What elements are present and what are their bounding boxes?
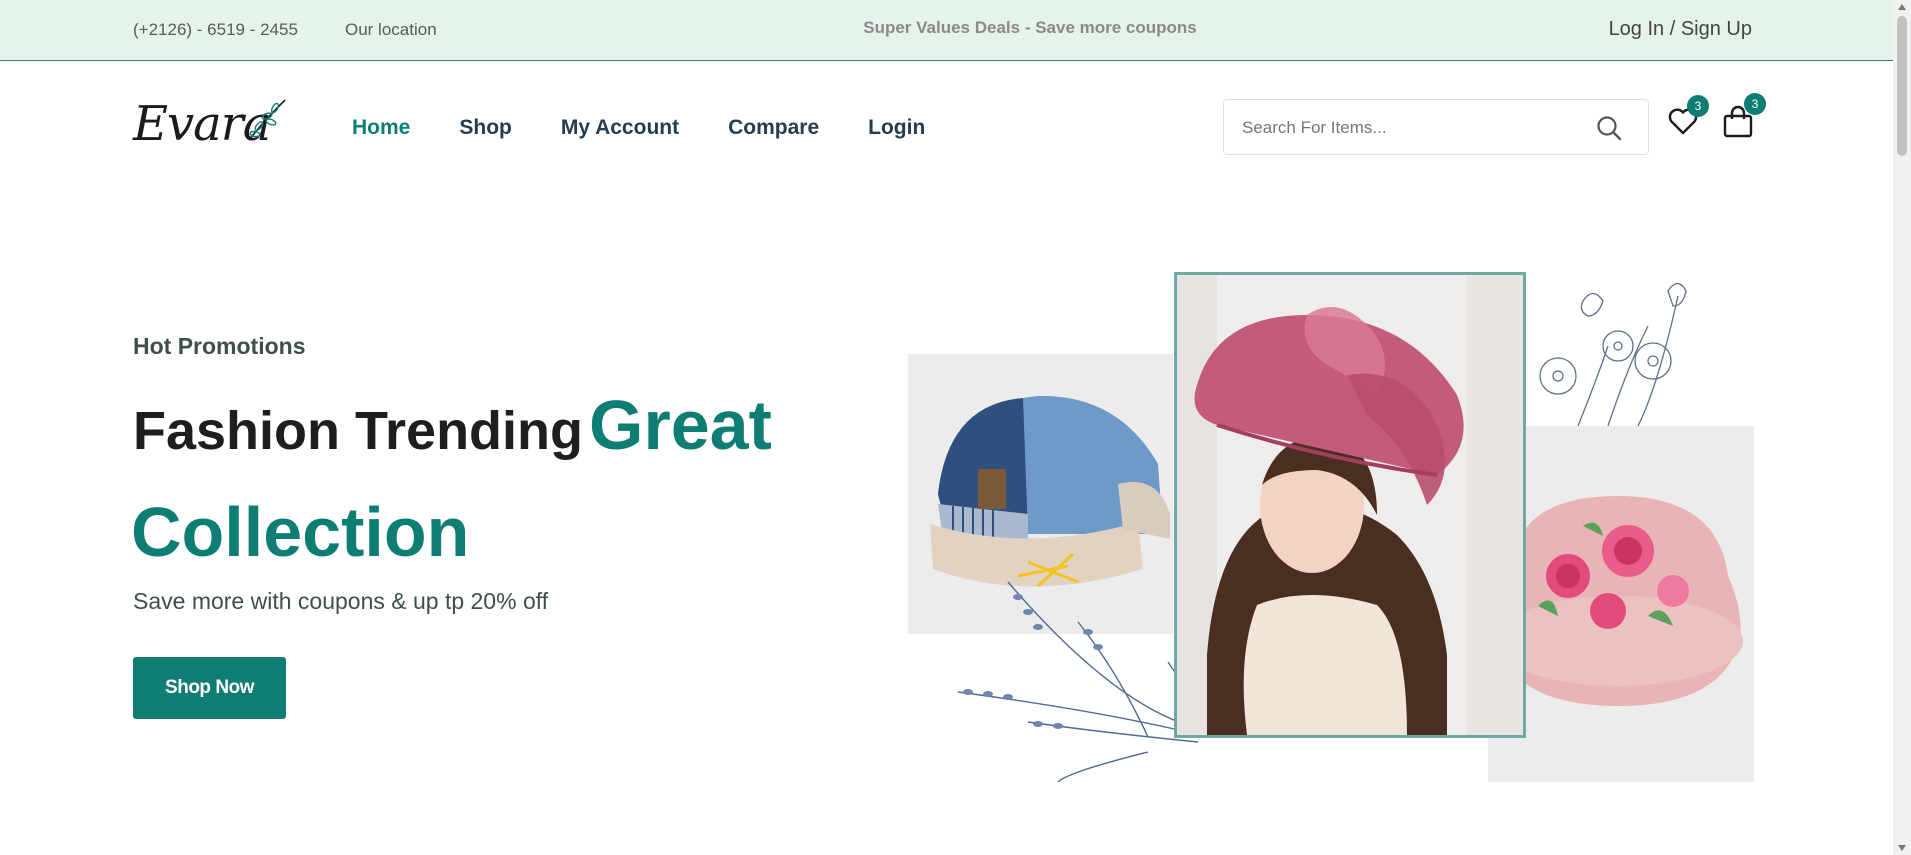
nav-shop[interactable]: Shop [459,116,512,140]
hero-subtitle: Hot Promotions [133,333,306,359]
leaf-sprig-icon [248,99,286,141]
hero-title-plain: Fashion Trending [133,401,584,461]
hero-title-accent-line: Collection [131,493,470,571]
login-signup-link[interactable]: Log In / Sign Up [1609,18,1752,41]
search-input[interactable] [1242,114,1582,142]
nav-compare[interactable]: Compare [728,116,819,140]
hero-title: Fashion TrendingGreat [133,390,772,461]
hero-title-accent: Great [589,386,772,464]
nav-my-account[interactable]: My Account [561,116,679,140]
cart-count-badge: 3 [1744,93,1766,115]
main-nav: Home Shop My Account Compare Login [352,116,925,140]
wishlist-count-badge: 3 [1687,95,1709,117]
top-bar: (+2126) - 6519 - 2455 Our location Super… [0,0,1893,61]
scrollbar-thumb[interactable] [1897,16,1907,156]
pink-floral-hat-image [1493,496,1743,706]
scroll-up-arrow[interactable] [1898,4,1906,10]
shop-now-button[interactable]: Shop Now [133,657,286,719]
wishlist-button[interactable]: 3 [1667,95,1709,142]
nav-login[interactable]: Login [868,116,925,140]
model-photo [1174,272,1526,738]
search-box [1223,99,1649,155]
cart-button[interactable]: 3 [1722,93,1766,144]
search-icon[interactable] [1596,115,1622,141]
main-header: Evara Home Shop My Account Compare Login… [0,62,1893,192]
hero-image-collage [908,272,1754,782]
pink-hat-image-panel [1488,426,1754,782]
hero-description: Save more with coupons & up tp 20% off [133,588,549,614]
logo[interactable]: Evara [133,96,286,156]
flower-sketch [1539,282,1687,427]
page-scrollbar[interactable] [1893,0,1911,855]
nav-home[interactable]: Home [352,116,410,140]
woman-in-pink-hat-image [1177,275,1523,735]
scroll-down-arrow[interactable] [1898,845,1906,851]
